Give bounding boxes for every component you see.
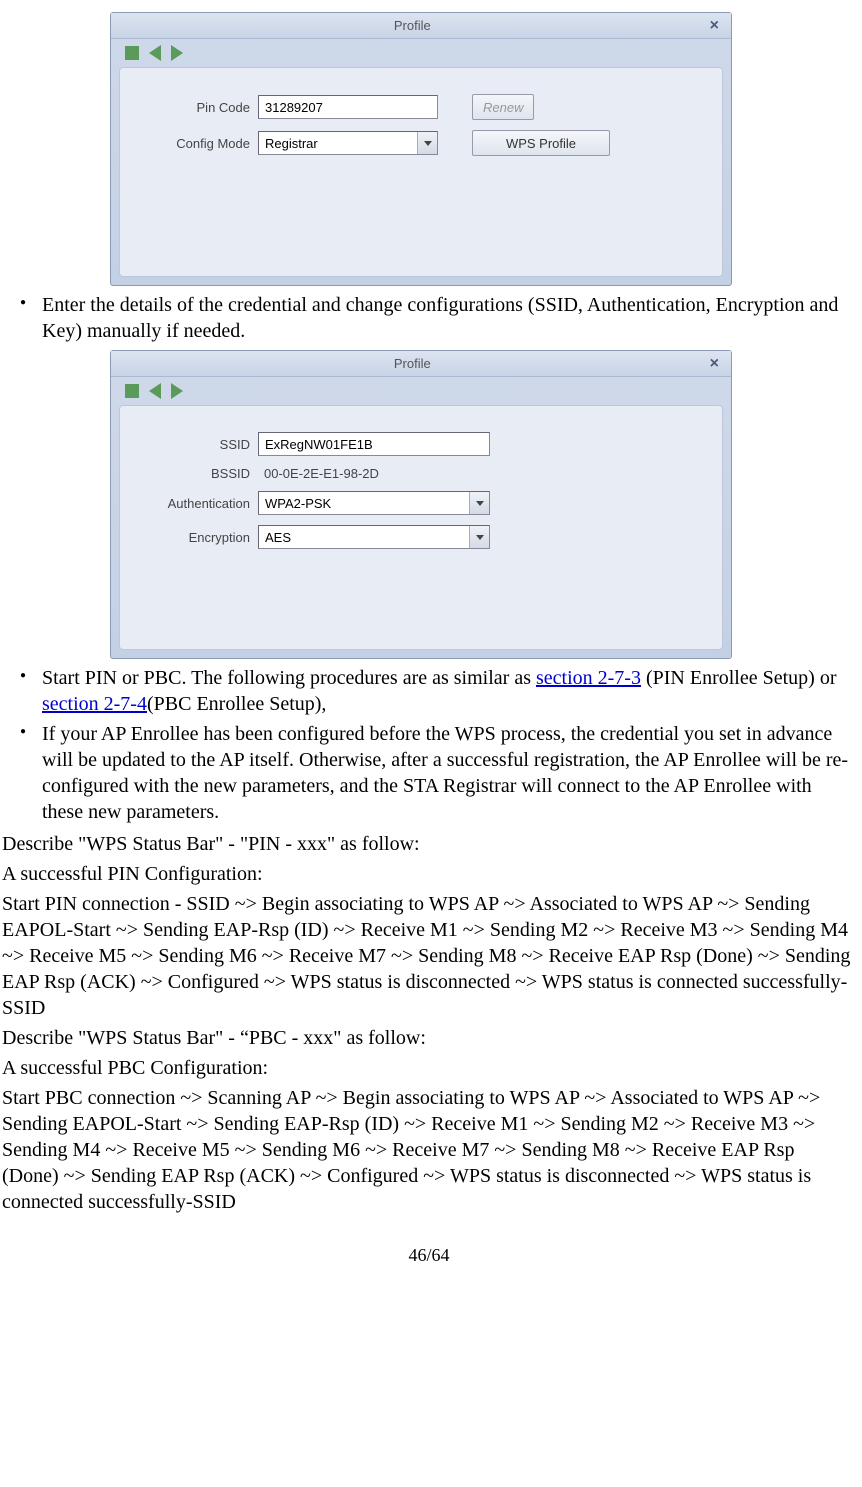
wps-profile-button[interactable]: WPS Profile	[472, 130, 610, 156]
forward-arrow-icon[interactable]	[171, 383, 183, 399]
chevron-down-icon[interactable]	[469, 526, 489, 548]
dialog-toolbar	[111, 39, 731, 67]
paragraph: Start PBC connection ~> Scanning AP ~> B…	[2, 1085, 856, 1215]
pin-code-label: Pin Code	[140, 100, 250, 115]
paragraph: A successful PIN Configuration:	[2, 861, 856, 887]
bssid-value: 00-0E-2E-E1-98-2D	[258, 466, 379, 481]
dialog-toolbar	[111, 377, 731, 405]
dialog-title: Profile	[119, 356, 706, 371]
page-number: 46/64	[2, 1245, 856, 1266]
bullet-item: If your AP Enrollee has been configured …	[2, 721, 856, 825]
dialog-title: Profile	[119, 18, 706, 33]
auth-label: Authentication	[140, 496, 250, 511]
back-arrow-icon[interactable]	[149, 45, 161, 61]
stop-icon[interactable]	[125, 46, 139, 60]
dialog-body: SSID BSSID 00-0E-2E-E1-98-2D Authenticat…	[119, 405, 723, 650]
back-arrow-icon[interactable]	[149, 383, 161, 399]
config-mode-select[interactable]	[258, 131, 438, 155]
link-section-2-7-4[interactable]: section 2-7-4	[42, 693, 147, 715]
encryption-label: Encryption	[140, 530, 250, 545]
bullet-item: Start PIN or PBC. The following procedur…	[2, 665, 856, 717]
renew-button[interactable]: Renew	[472, 94, 534, 120]
profile-dialog-2: Profile × SSID BSSID 00-0E-2E-E1-98-2D A…	[110, 350, 732, 659]
config-mode-label: Config Mode	[140, 136, 250, 151]
text: Start PIN or PBC. The following procedur…	[42, 667, 536, 689]
ssid-label: SSID	[140, 437, 250, 452]
close-icon[interactable]: ×	[706, 355, 723, 373]
text: (PBC Enrollee Setup),	[147, 693, 326, 715]
stop-icon[interactable]	[125, 384, 139, 398]
dialog-titlebar: Profile ×	[111, 351, 731, 377]
profile-dialog-1: Profile × Pin Code Renew Config Mode	[110, 12, 732, 286]
paragraph: Describe "WPS Status Bar" - “PBC - xxx" …	[2, 1025, 856, 1051]
chevron-down-icon[interactable]	[469, 492, 489, 514]
dialog-titlebar: Profile ×	[111, 13, 731, 39]
close-icon[interactable]: ×	[706, 17, 723, 35]
paragraph: Describe "WPS Status Bar" - "PIN - xxx" …	[2, 831, 856, 857]
encryption-select[interactable]	[258, 525, 490, 549]
dialog-body: Pin Code Renew Config Mode WPS Profile	[119, 67, 723, 277]
chevron-down-icon[interactable]	[417, 132, 437, 154]
bssid-label: BSSID	[140, 466, 250, 481]
ssid-input[interactable]	[258, 432, 490, 456]
pin-code-input[interactable]	[258, 95, 438, 119]
forward-arrow-icon[interactable]	[171, 45, 183, 61]
link-section-2-7-3[interactable]: section 2-7-3	[536, 667, 641, 689]
auth-select[interactable]	[258, 491, 490, 515]
text: (PIN Enrollee Setup) or	[641, 667, 837, 689]
paragraph: Start PIN connection - SSID ~> Begin ass…	[2, 891, 856, 1021]
paragraph: A successful PBC Configuration:	[2, 1055, 856, 1081]
bullet-item: Enter the details of the credential and …	[2, 292, 856, 344]
